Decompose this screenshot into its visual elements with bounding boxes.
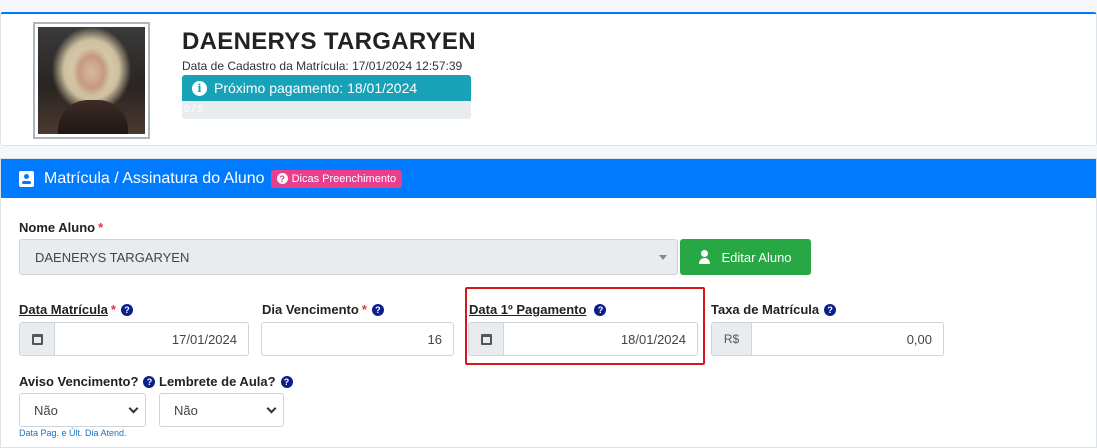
registration-date-text: Data de Cadastro da Matrícula: 17/01/202… xyxy=(182,59,463,73)
currency-prefix: R$ xyxy=(712,323,752,355)
chevron-down-icon xyxy=(128,403,139,414)
student-label: Nome Aluno * xyxy=(19,220,104,235)
id-card-icon xyxy=(19,170,34,187)
student-photo xyxy=(33,22,150,139)
tips-label: Dicas Preenchimento xyxy=(291,172,397,185)
caret-down-icon xyxy=(659,255,667,260)
help-icon[interactable]: ? xyxy=(824,303,837,316)
help-icon[interactable]: ? xyxy=(280,375,293,388)
form-header: Matrícula / Assinatura do Aluno ? Dicas … xyxy=(1,159,1096,198)
class-reminder-select[interactable]: Não xyxy=(159,393,284,427)
class-reminder-label: Lembrete de Aula?? xyxy=(159,374,293,389)
due-notice-hint: Data Pag. e Últ. Dia Atend. xyxy=(19,428,127,438)
due-day-input[interactable]: 16 xyxy=(261,322,454,356)
help-icon[interactable]: ? xyxy=(371,303,384,316)
edit-student-label: Editar Aluno xyxy=(721,249,792,265)
fee-label: Taxa de Matrícula? xyxy=(711,302,837,317)
next-payment-banner: i Próximo pagamento: 18/01/2024 xyxy=(182,75,471,101)
info-icon: i xyxy=(192,80,207,96)
user-edit-icon xyxy=(699,250,715,264)
chevron-down-icon xyxy=(266,403,277,414)
registration-date-value[interactable]: 17/01/2024 xyxy=(55,323,248,355)
enrollment-form: Matrícula / Assinatura do Aluno ? Dicas … xyxy=(0,158,1097,448)
progress-text: 0 / 5 xyxy=(184,104,204,115)
registration-date-field[interactable]: 17/01/2024 xyxy=(19,322,249,356)
student-select[interactable]: DAENERYS TARGARYEN xyxy=(19,239,678,275)
fee-value[interactable]: 0,00 xyxy=(752,323,943,355)
highlight-box xyxy=(465,287,705,365)
form-title: Matrícula / Assinatura do Aluno xyxy=(44,169,265,187)
progress-bar: 0 / 5 xyxy=(182,101,471,119)
student-profile-card: DAENERYS TARGARYEN Data de Cadastro da M… xyxy=(0,12,1097,146)
tips-button[interactable]: ? Dicas Preenchimento xyxy=(270,169,403,188)
due-day-label: Dia Vencimento *? xyxy=(262,302,384,317)
next-payment-text: Próximo pagamento: 18/01/2024 xyxy=(214,80,418,96)
question-icon: ? xyxy=(276,173,288,184)
due-notice-label: Aviso Vencimento?? xyxy=(19,374,156,389)
due-notice-value: Não xyxy=(34,402,58,418)
student-name: DAENERYS TARGARYEN xyxy=(182,28,476,55)
edit-student-button[interactable]: Editar Aluno xyxy=(680,239,811,275)
help-icon[interactable]: ? xyxy=(120,303,133,316)
student-select-value: DAENERYS TARGARYEN xyxy=(35,249,190,265)
registration-date-label: Data Matrícula *? xyxy=(19,302,133,317)
fee-field[interactable]: R$ 0,00 xyxy=(711,322,944,356)
due-notice-select[interactable]: Não xyxy=(19,393,146,427)
calendar-icon[interactable] xyxy=(20,323,55,355)
help-icon[interactable]: ? xyxy=(143,375,156,388)
class-reminder-value: Não xyxy=(174,402,198,418)
